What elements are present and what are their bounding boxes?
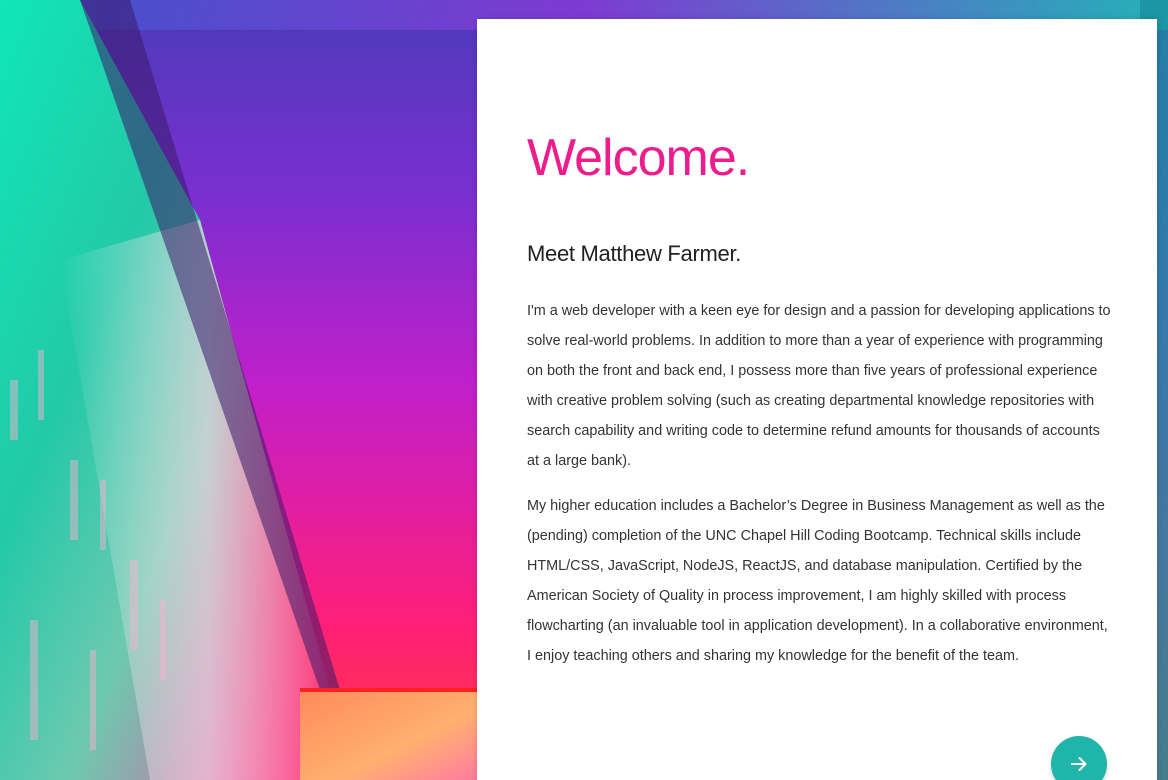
welcome-heading: Welcome. xyxy=(527,129,750,187)
intro-card: Welcome. Meet Matthew Farmer. I'm a web … xyxy=(477,19,1157,780)
bio-paragraph: I'm a web developer with a keen eye for … xyxy=(527,303,1111,469)
bio-paragraph: My higher education includes a Bachelor’… xyxy=(527,498,1108,664)
page: Welcome. Meet Matthew Farmer. I'm a web … xyxy=(0,0,1168,780)
arrow-right-icon xyxy=(1071,757,1087,771)
next-button[interactable] xyxy=(1051,736,1107,780)
intro-subtitle: Meet Matthew Farmer. xyxy=(527,241,742,266)
